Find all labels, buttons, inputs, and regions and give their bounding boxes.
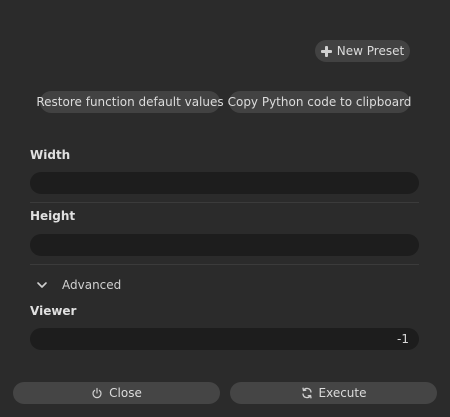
width-input[interactable] bbox=[30, 172, 419, 194]
execute-label: Execute bbox=[318, 386, 367, 400]
divider bbox=[30, 264, 419, 265]
new-preset-label: New Preset bbox=[336, 44, 405, 58]
refresh-icon bbox=[301, 387, 312, 399]
copy-python-code-button[interactable]: Copy Python code to clipboard bbox=[227, 91, 412, 113]
restore-defaults-button[interactable]: Restore function default values bbox=[36, 91, 224, 113]
viewer-input[interactable]: -1 bbox=[30, 328, 419, 350]
copy-python-code-label: Copy Python code to clipboard bbox=[227, 95, 412, 109]
advanced-toggle[interactable]: Advanced bbox=[36, 276, 121, 294]
function-panel: New Preset Restore function default valu… bbox=[0, 0, 450, 417]
close-button[interactable]: Close bbox=[13, 382, 220, 404]
divider bbox=[30, 202, 419, 203]
chevron-down-icon bbox=[37, 282, 47, 288]
power-icon bbox=[92, 387, 102, 399]
new-preset-button[interactable]: New Preset bbox=[315, 40, 410, 62]
width-label: Width bbox=[30, 148, 71, 162]
restore-defaults-label: Restore function default values bbox=[36, 95, 224, 109]
viewer-label: Viewer bbox=[30, 304, 77, 318]
height-label: Height bbox=[30, 209, 76, 223]
height-input[interactable] bbox=[30, 234, 419, 256]
execute-button[interactable]: Execute bbox=[230, 382, 437, 404]
advanced-label: Advanced bbox=[62, 278, 122, 292]
close-label: Close bbox=[109, 386, 142, 400]
plus-icon bbox=[320, 45, 332, 57]
